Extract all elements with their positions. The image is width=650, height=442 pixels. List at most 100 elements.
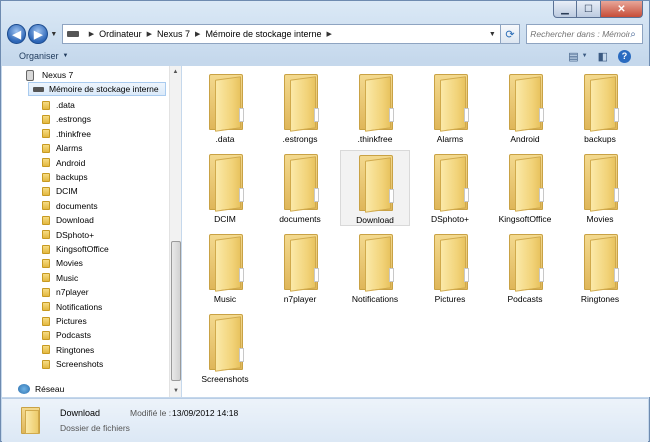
chevron-right-icon[interactable]: ▶ — [147, 30, 152, 38]
folder-label: Notifications — [351, 294, 399, 304]
sidebar-item-device[interactable]: Nexus 7 — [26, 68, 73, 82]
minimize-button[interactable]: ▁ — [553, 1, 577, 18]
nav-scrollbar[interactable]: ▲ ▼ — [169, 66, 181, 397]
sidebar-item-folder[interactable]: .thinkfree — [42, 127, 91, 141]
folder-icon — [505, 234, 545, 292]
scroll-down-icon[interactable]: ▼ — [170, 385, 182, 397]
sidebar-item-storage[interactable]: Mémoire de stockage interne — [28, 82, 166, 96]
sidebar-item-folder[interactable]: Download — [42, 213, 94, 227]
device-icon — [26, 69, 34, 81]
sidebar-item-label: Alarms — [56, 143, 83, 154]
folder-icon — [42, 244, 50, 254]
folder-label: Pictures — [434, 294, 466, 304]
sidebar-item-folder[interactable]: Movies — [42, 256, 83, 270]
folder-icon — [42, 230, 50, 240]
drive-icon — [66, 31, 79, 37]
folder-tile[interactable]: Download — [340, 150, 410, 226]
search-box[interactable]: ⌕ — [526, 24, 643, 44]
sidebar-item-network[interactable]: Réseau — [18, 382, 64, 396]
sidebar-item-folder[interactable]: Alarms — [42, 141, 82, 155]
folder-label: Podcasts — [507, 294, 543, 304]
maximize-button[interactable]: ☐ — [577, 1, 601, 18]
folder-icon — [42, 158, 50, 168]
folder-icon — [42, 143, 50, 153]
sidebar-item-folder[interactable]: backups — [42, 170, 88, 184]
preview-pane-icon[interactable]: ◧ — [598, 50, 608, 63]
sidebar-item-label: Movies — [56, 258, 83, 269]
folder-label: Android — [510, 134, 540, 144]
sidebar-item-folder[interactable]: documents — [42, 199, 98, 213]
navigation-pane: Nexus 7 Mémoire de stockage interne .dat… — [2, 66, 170, 397]
address-history-dropdown[interactable]: ▼ — [489, 31, 496, 38]
sidebar-item-folder[interactable]: Android — [42, 156, 85, 170]
search-input[interactable] — [530, 29, 631, 39]
details-name: Download — [60, 408, 101, 418]
scroll-thumb[interactable] — [171, 241, 181, 381]
sidebar-item-label: .data — [56, 100, 75, 110]
folder-icon — [430, 154, 470, 212]
folder-tile[interactable]: Movies — [565, 150, 635, 226]
sidebar-item-label: Music — [56, 272, 79, 283]
sidebar-item-folder[interactable]: Screenshots — [42, 357, 103, 371]
forward-arrow-icon[interactable]: ▶ — [28, 24, 48, 44]
refresh-icon[interactable]: ⟳ — [500, 24, 521, 44]
help-icon[interactable]: ? — [618, 49, 631, 63]
folder-label: Movies — [586, 214, 614, 224]
folder-tile[interactable]: DCIM — [190, 150, 260, 226]
folder-label: KingsoftOffice — [498, 214, 552, 224]
folder-icon — [205, 74, 245, 132]
details-modified-value: 13/09/2012 14:18 — [172, 408, 239, 418]
sidebar-item-folder[interactable]: Podcasts — [42, 328, 91, 342]
sidebar-item-label: Pictures — [56, 316, 87, 326]
sidebar-item-folder[interactable]: .estrongs — [42, 112, 91, 126]
folder-icon — [42, 273, 50, 283]
folder-icon — [42, 114, 50, 124]
folder-tile[interactable]: Ringtones — [565, 230, 635, 306]
back-arrow-icon[interactable]: ◀ — [7, 24, 27, 44]
folder-icon — [280, 154, 320, 212]
folder-label: documents — [279, 214, 321, 224]
folder-tile[interactable]: .data — [190, 70, 260, 146]
folder-tile[interactable]: n7player — [265, 230, 335, 306]
sidebar-item-folder[interactable]: Notifications — [42, 300, 102, 314]
chevron-right-icon[interactable]: ▶ — [89, 30, 94, 38]
sidebar-item-folder[interactable]: Music — [42, 271, 78, 285]
folder-tile[interactable]: Screenshots — [190, 310, 260, 386]
folder-tile[interactable]: backups — [565, 70, 635, 146]
sidebar-item-folder[interactable]: Pictures — [42, 314, 87, 328]
sidebar-item-folder[interactable]: DCIM — [42, 184, 78, 198]
chevron-right-icon[interactable]: ▶ — [327, 30, 332, 38]
folder-tile[interactable]: Alarms — [415, 70, 485, 146]
sidebar-item-folder[interactable]: KingsoftOffice — [42, 242, 109, 256]
folder-tile[interactable]: .estrongs — [265, 70, 335, 146]
recent-pages-dropdown[interactable]: ▼ — [50, 31, 58, 38]
address-bar[interactable]: ▶ Ordinateur ▶ Nexus 7 ▶ Mémoire de stoc… — [61, 24, 501, 44]
folder-label: .thinkfree — [357, 134, 393, 144]
folder-icon — [42, 345, 50, 355]
folder-tile[interactable]: documents — [265, 150, 335, 226]
sidebar-item-folder[interactable]: .data — [42, 98, 75, 112]
chevron-right-icon[interactable]: ▶ — [195, 30, 200, 38]
sidebar-item-folder[interactable]: n7player — [42, 285, 89, 299]
sidebar-item-folder[interactable]: Ringtones — [42, 343, 94, 357]
view-options-icon[interactable]: ▤ ▼ — [568, 50, 587, 63]
breadcrumb-device[interactable]: Nexus 7 — [157, 29, 190, 39]
folder-tile[interactable]: KingsoftOffice — [490, 150, 560, 226]
folder-tile[interactable]: Pictures — [415, 230, 485, 306]
breadcrumb-storage[interactable]: Mémoire de stockage interne — [205, 29, 321, 39]
folder-tile[interactable]: .thinkfree — [340, 70, 410, 146]
breadcrumb-computer[interactable]: Ordinateur — [99, 29, 142, 39]
search-icon[interactable]: ⌕ — [630, 29, 636, 40]
folder-icon — [42, 316, 50, 326]
sidebar-item-folder[interactable]: DSphoto+ — [42, 228, 94, 242]
folder-tile[interactable]: Android — [490, 70, 560, 146]
folder-tile[interactable]: DSphoto+ — [415, 150, 485, 226]
close-button[interactable]: ✕ — [601, 1, 643, 18]
organize-button[interactable]: Organiser ▼ — [19, 51, 68, 61]
folder-tile[interactable]: Notifications — [340, 230, 410, 306]
folder-tile[interactable]: Music — [190, 230, 260, 306]
folder-icon — [42, 287, 50, 297]
folder-label: n7player — [283, 294, 317, 304]
folder-tile[interactable]: Podcasts — [490, 230, 560, 306]
scroll-up-icon[interactable]: ▲ — [170, 66, 181, 78]
